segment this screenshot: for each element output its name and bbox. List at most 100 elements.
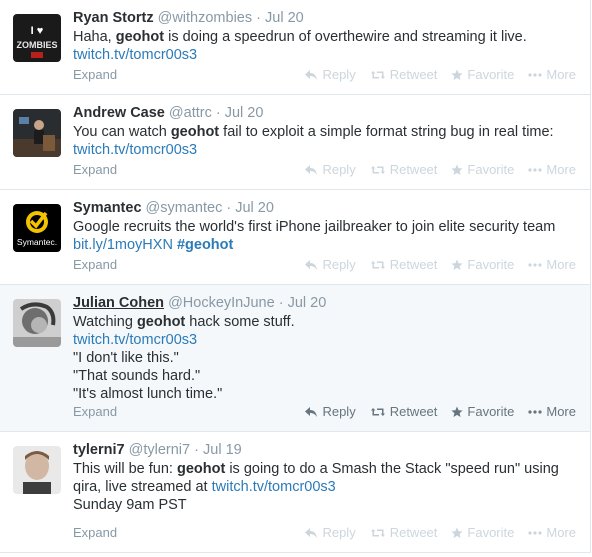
timestamp[interactable]: Jul 20 <box>288 295 327 311</box>
tweet-text: This will be fun: geohot is going to do … <box>73 460 578 514</box>
expand-link[interactable]: Expand <box>73 256 117 274</box>
favorite-button[interactable]: Favorite <box>451 256 514 274</box>
favorite-label: Favorite <box>467 67 515 82</box>
favorite-button[interactable]: Favorite <box>451 403 514 421</box>
username[interactable]: @withzombies <box>158 10 253 26</box>
username[interactable]: @tylerni7 <box>129 442 190 458</box>
avatar-line-1: I ♥ <box>31 25 44 37</box>
more-button[interactable]: More <box>528 161 576 179</box>
reply-button[interactable]: Reply <box>304 403 356 421</box>
avatar[interactable]: Symantec. <box>13 204 61 252</box>
more-label: More <box>546 257 576 272</box>
timestamp[interactable]: Jul 19 <box>203 442 242 458</box>
fullname[interactable]: Ryan Stortz <box>73 10 154 26</box>
favorite-label: Favorite <box>467 525 515 540</box>
more-button[interactable]: More <box>528 66 576 84</box>
reply-button[interactable]: Reply <box>304 161 356 179</box>
favorite-label: Favorite <box>467 257 515 272</box>
tweet-actions: Reply Retweet Favorite More <box>304 256 576 274</box>
separator: · <box>194 442 199 458</box>
tweet-header: Andrew Case @attrc · Jul 20 <box>73 103 578 123</box>
hashtag-link[interactable]: #geohot <box>177 237 233 253</box>
mention-link[interactable]: geohot <box>116 29 164 45</box>
tweet-text: Watching geohot hack some stuff. twitch.… <box>73 313 578 403</box>
separator: · <box>256 10 261 26</box>
mention-link[interactable]: geohot <box>137 314 185 330</box>
more-button[interactable]: More <box>528 256 576 274</box>
reply-icon <box>305 165 318 175</box>
tweet[interactable]: Symantec. Symantec @symantec · Jul 20 Go… <box>0 190 590 285</box>
tweet[interactable]: Andrew Case @attrc · Jul 20 You can watc… <box>0 95 590 190</box>
text-part: Sunday 9am PST <box>73 497 187 513</box>
avatar[interactable] <box>13 109 61 157</box>
retweet-button[interactable]: Retweet <box>370 256 438 274</box>
tweet-link[interactable]: twitch.tv/tomcr00s3 <box>212 479 336 495</box>
separator: · <box>215 105 221 121</box>
tweet-link[interactable]: twitch.tv/tomcr00s3 <box>73 142 197 158</box>
timestamp[interactable]: Jul 20 <box>265 10 304 26</box>
favorite-button[interactable]: Favorite <box>451 524 514 542</box>
tweet-text: Haha, geohot is doing a speedrun of over… <box>73 28 578 64</box>
reply-icon <box>305 528 318 538</box>
avatar[interactable] <box>13 446 61 494</box>
favorite-icon <box>451 69 464 80</box>
more-button[interactable]: More <box>528 524 576 542</box>
favorite-button[interactable]: Favorite <box>451 66 514 84</box>
more-label: More <box>546 67 576 82</box>
username[interactable]: @attrc <box>169 105 212 121</box>
avatar[interactable] <box>13 299 61 347</box>
fullname[interactable]: tylerni7 <box>73 442 125 458</box>
retweet-button[interactable]: Retweet <box>370 524 437 542</box>
more-button[interactable]: More <box>528 403 576 421</box>
tweet-actions: Reply Retweet Favorite More <box>304 524 576 542</box>
more-icon <box>528 531 542 535</box>
tweet-link[interactable]: bit.ly/1moyHXN <box>73 237 173 253</box>
retweet-icon <box>370 529 385 537</box>
retweet-label: Retweet <box>389 162 438 177</box>
retweet-icon <box>370 166 385 174</box>
reply-label: Reply <box>322 404 356 419</box>
tweet[interactable]: tylerni7 @tylerni7 · Jul 19 This will be… <box>0 432 590 553</box>
timestamp[interactable]: Jul 20 <box>235 200 274 216</box>
favorite-label: Favorite <box>467 162 515 177</box>
tweet-link[interactable]: twitch.tv/tomcr00s3 <box>73 47 197 63</box>
reply-button[interactable]: Reply <box>304 66 356 84</box>
quote-line: "It's almost lunch time." <box>73 386 223 402</box>
text-part: is doing a speedrun of overthewire and s… <box>164 29 527 45</box>
expand-link[interactable]: Expand <box>73 403 117 421</box>
separator: · <box>226 200 232 216</box>
fullname[interactable]: Julian Cohen <box>73 295 164 311</box>
avatar[interactable]: I ♥ ZOMBIES <box>13 14 61 62</box>
tweet-footer: Expand Reply Retweet Favorite More <box>73 161 576 179</box>
favorite-button[interactable]: Favorite <box>451 161 514 179</box>
favorite-label: Favorite <box>467 404 515 419</box>
expand-link[interactable]: Expand <box>73 66 117 84</box>
retweet-icon <box>370 71 385 79</box>
reply-button[interactable]: Reply <box>304 256 356 274</box>
reply-button[interactable]: Reply <box>304 524 356 542</box>
mention-link[interactable]: geohot <box>171 124 219 140</box>
reply-label: Reply <box>322 525 356 540</box>
expand-link[interactable]: Expand <box>73 161 117 179</box>
favorite-icon <box>451 259 464 270</box>
retweet-button[interactable]: Retweet <box>370 161 438 179</box>
text-part: fail to exploit a simple format string b… <box>219 124 554 140</box>
username[interactable]: @HockeyInJune <box>168 295 275 311</box>
retweet-button[interactable]: Retweet <box>370 66 437 84</box>
username[interactable]: @symantec <box>146 200 223 216</box>
tweet-link[interactable]: twitch.tv/tomcr00s3 <box>73 332 197 348</box>
tweet-hovered[interactable]: Julian Cohen @HockeyInJune · Jul 20 Watc… <box>0 285 590 432</box>
retweet-label: Retweet <box>389 257 438 272</box>
reply-icon <box>305 260 318 270</box>
more-label: More <box>546 525 576 540</box>
retweet-button[interactable]: Retweet <box>370 403 437 421</box>
mention-link[interactable]: geohot <box>177 461 225 477</box>
fullname[interactable]: Andrew Case <box>73 105 165 121</box>
tweet[interactable]: I ♥ ZOMBIES Ryan Stortz @withzombies · J… <box>0 0 590 95</box>
expand-link[interactable]: Expand <box>73 524 117 542</box>
text-part: Watching <box>73 314 137 330</box>
reply-label: Reply <box>322 257 356 272</box>
tweet-actions: Reply Retweet Favorite More <box>304 403 576 421</box>
timestamp[interactable]: Jul 20 <box>225 105 264 121</box>
fullname[interactable]: Symantec <box>73 200 142 216</box>
